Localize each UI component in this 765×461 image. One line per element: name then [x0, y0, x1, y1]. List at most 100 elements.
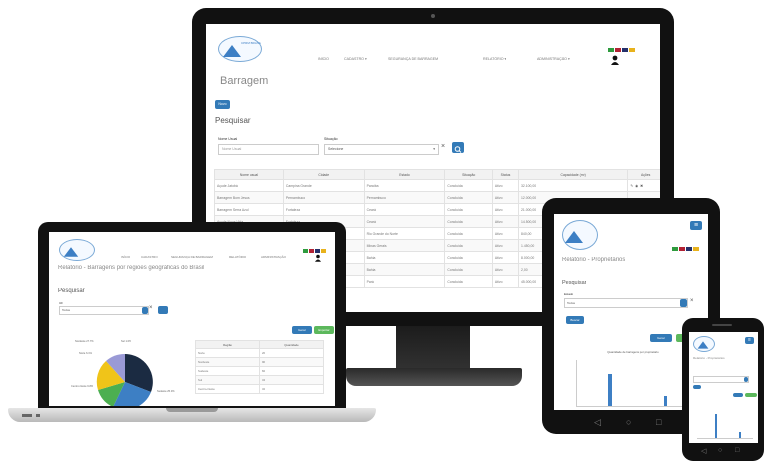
nav-item-relatorio[interactable]: RELATÓRIO — [229, 255, 246, 259]
view-icon[interactable]: ◉ — [635, 184, 638, 188]
flag-spain-icon[interactable] — [321, 249, 326, 253]
flag-spain-icon[interactable] — [629, 48, 635, 52]
user-icon[interactable] — [315, 249, 321, 267]
app-logo[interactable] — [562, 220, 598, 250]
back-icon[interactable]: ◁ — [701, 447, 706, 455]
recent-apps-icon[interactable]: □ — [656, 417, 661, 427]
laptop-opening-notch — [166, 408, 218, 412]
nav-item-cadastro[interactable]: CADASTRO ▾ — [344, 57, 367, 61]
chart-bar-1[interactable] — [608, 374, 612, 406]
nav-item-inicio[interactable]: INÍCIO — [318, 57, 329, 61]
clear-filter-button[interactable]: × — [149, 305, 153, 311]
flag-usa-icon[interactable] — [679, 247, 685, 251]
table-cell: Ativo — [491, 251, 520, 264]
search-button[interactable] — [693, 385, 701, 389]
nav-item-cadastro[interactable]: CADASTRO — [141, 255, 158, 259]
column-header-regiao[interactable]: Região — [195, 340, 260, 349]
generate-button[interactable]: Gerar — [650, 334, 672, 342]
uf-select[interactable]: Todos — [59, 306, 149, 315]
table-cell: Ativo — [491, 179, 520, 192]
pie-label-sudeste: Sudeste 25.3% — [157, 390, 175, 393]
menu-toggle-button[interactable]: ≡ — [745, 337, 754, 344]
export-button[interactable]: Exportar — [314, 326, 334, 334]
table-row[interactable]: Norte 20 — [195, 348, 324, 358]
state-select[interactable] — [693, 376, 749, 383]
chart-bar-2[interactable] — [664, 396, 667, 406]
menu-toggle-button[interactable]: ≡ — [690, 221, 702, 230]
column-header-capacidade[interactable]: Capacidade (m³) — [518, 169, 629, 180]
table-row[interactable]: Centro-Oeste 32 — [195, 384, 324, 394]
table-row[interactable]: Nordeste 90 — [195, 357, 324, 367]
pie-label-nordeste: Nordeste 27.7% — [75, 340, 94, 343]
nav-item-seguranca[interactable]: SEGURANÇA DE BARRAGEM — [388, 57, 438, 61]
generate-button[interactable]: Gerar — [292, 326, 312, 334]
table-cell: Ceará — [363, 215, 446, 228]
generate-button[interactable] — [733, 393, 743, 397]
table-cell: Concluída — [444, 239, 493, 252]
app-logo[interactable] — [693, 336, 715, 352]
chart-y-axis — [576, 360, 577, 406]
page-title: Barragem — [220, 75, 269, 87]
nav-item-administracao[interactable]: ADMINISTRAÇÃO ▾ — [537, 57, 570, 61]
column-header-estado[interactable]: Estado — [363, 169, 446, 180]
flag-uk-icon[interactable] — [686, 247, 692, 251]
table-cell: Concluída — [444, 251, 493, 264]
phone-speaker — [712, 324, 732, 326]
chart-x-axis — [576, 406, 696, 407]
home-icon[interactable]: ○ — [626, 417, 631, 427]
column-header-nome[interactable]: Nome usual — [214, 169, 284, 180]
nav-item-seguranca[interactable]: SEGURANÇA DE BARRAGEM — [171, 255, 213, 259]
edit-icon[interactable]: ✎ — [630, 184, 633, 188]
nav-item-relatorio[interactable]: RELATÓRIO ▾ — [483, 57, 506, 61]
search-section-title: Pesquisar — [562, 280, 587, 286]
table-cell: 90 — [259, 357, 324, 367]
clear-filter-button[interactable]: × — [441, 143, 445, 150]
app-logo[interactable] — [59, 239, 95, 261]
new-barragem-button[interactable]: Novo — [215, 100, 230, 109]
table-cell: Ceará — [363, 203, 446, 216]
language-flags[interactable] — [672, 238, 700, 256]
search-button[interactable] — [158, 306, 168, 314]
app-logo[interactable]: CPRM BRASIL — [218, 36, 262, 62]
chart-bar-2[interactable] — [739, 432, 741, 438]
back-icon[interactable]: ◁ — [594, 417, 601, 428]
laptop-port — [22, 414, 32, 417]
column-header-cidade[interactable]: Cidade — [282, 169, 365, 180]
search-button[interactable]: Buscar — [566, 316, 584, 324]
logo-mountain-icon — [223, 45, 241, 57]
recent-apps-icon[interactable]: □ — [735, 447, 739, 454]
table-cell: Fortaleza — [282, 203, 365, 216]
nav-item-inicio[interactable]: INÍCIO — [121, 255, 130, 259]
situation-select[interactable]: Selecione ▾ — [324, 144, 439, 155]
table-cell: Concluída — [444, 275, 493, 288]
state-select[interactable]: Todos — [564, 298, 688, 308]
phone-screen: ≡ Relatório - Proprietários — [689, 332, 758, 443]
user-icon[interactable] — [611, 52, 619, 65]
delete-icon[interactable]: ✖ — [640, 184, 643, 188]
flag-brazil-icon[interactable] — [303, 249, 308, 253]
clear-filter-button[interactable]: × — [690, 298, 694, 304]
chart-bar-1[interactable] — [715, 414, 717, 438]
search-button[interactable] — [452, 142, 464, 153]
flag-usa-icon[interactable] — [309, 249, 314, 253]
column-header-status[interactable]: Status — [491, 169, 520, 180]
state-filter-label: Estado — [564, 292, 574, 296]
situation-filter-label: Situação — [324, 137, 338, 141]
region-table: Região Quantidade Norte 20 Nordeste 90 Sudes… — [195, 340, 324, 394]
table-cell: Concluída — [444, 215, 493, 228]
name-filter-input[interactable]: Nome Usual — [218, 144, 319, 155]
table-cell: Açude Jatobá — [214, 179, 284, 192]
nav-item-administracao[interactable]: ADMINISTRAÇÃO — [261, 255, 286, 259]
flag-uk-icon[interactable] — [622, 48, 628, 52]
table-row[interactable]: Sul 34 — [195, 375, 324, 385]
table-row[interactable]: Sudeste 82 — [195, 366, 324, 376]
column-header-situacao[interactable]: Situação — [444, 169, 493, 180]
export-button[interactable] — [745, 393, 757, 397]
flag-spain-icon[interactable] — [693, 247, 699, 251]
table-row[interactable]: Açude Jatobá Campina Grande Paraíba Concluí… — [214, 179, 660, 192]
flag-brazil-icon[interactable] — [672, 247, 678, 251]
column-header-quantidade[interactable]: Quantidade — [259, 340, 324, 349]
table-cell: Nordeste — [195, 357, 260, 367]
home-icon[interactable]: ○ — [718, 447, 722, 454]
search-icon — [454, 146, 462, 153]
